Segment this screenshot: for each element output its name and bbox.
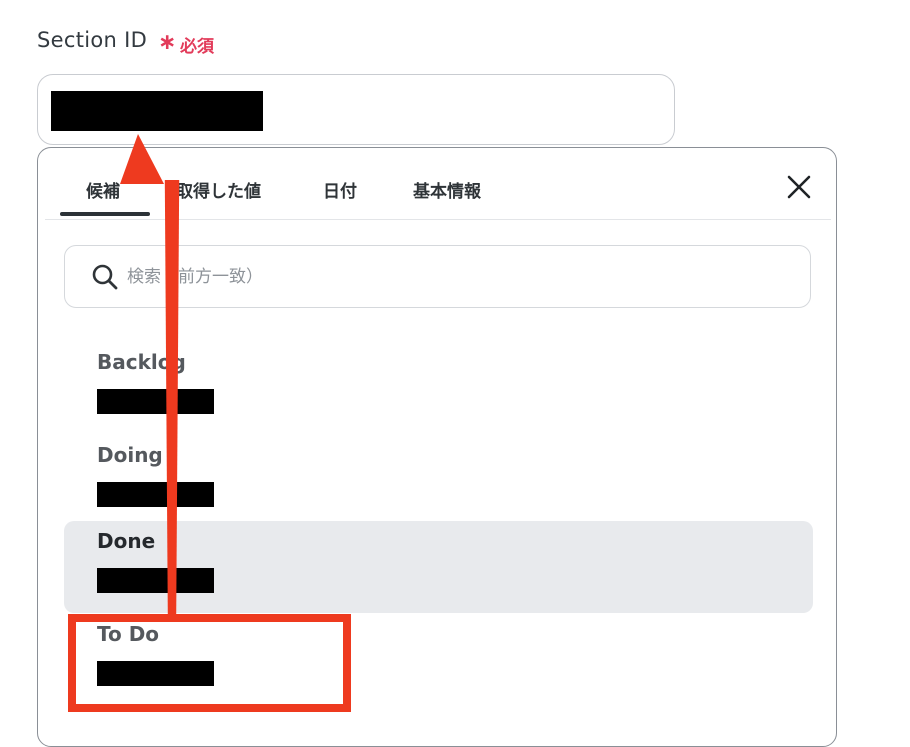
required-asterisk: ∗ — [158, 30, 177, 55]
required-label: 必須 — [180, 37, 214, 57]
active-tab-indicator — [60, 212, 150, 216]
tabs-divider — [45, 219, 831, 220]
search-icon — [92, 264, 118, 290]
redacted-option-id — [97, 568, 214, 593]
tab-date[interactable]: 日付 — [323, 177, 357, 202]
search-input[interactable] — [125, 258, 789, 296]
option-label: Backlog — [97, 350, 186, 374]
redacted-option-id — [97, 389, 214, 414]
tab-candidates[interactable]: 候補 — [86, 177, 120, 202]
option-doing[interactable]: Doing — [64, 435, 813, 527]
tab-fetched-values[interactable]: 取得した値 — [176, 177, 261, 202]
annotation-highlight-box — [68, 614, 351, 712]
field-label: Section ID — [37, 28, 148, 52]
option-label: Done — [97, 529, 156, 553]
option-done[interactable]: Done — [64, 521, 813, 613]
redacted-value — [51, 91, 263, 131]
tab-basic-info[interactable]: 基本情報 — [413, 177, 481, 202]
close-icon — [787, 175, 811, 199]
search-box — [64, 245, 811, 308]
section-id-input[interactable] — [37, 74, 675, 145]
option-backlog[interactable]: Backlog — [64, 342, 813, 434]
close-button[interactable] — [782, 170, 816, 204]
redacted-option-id — [97, 482, 214, 507]
option-label: Doing — [97, 443, 163, 467]
